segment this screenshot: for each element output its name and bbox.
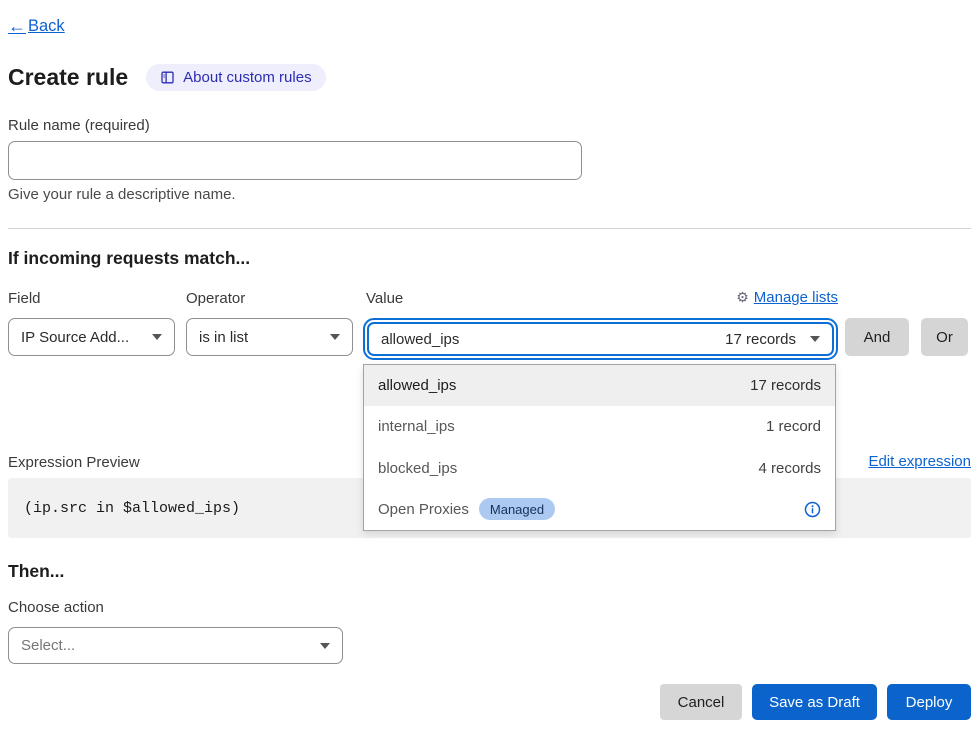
edit-expression-link[interactable]: Edit expression [868, 453, 971, 470]
cancel-button[interactable]: Cancel [660, 684, 742, 720]
rule-name-label: Rule name (required) [8, 117, 150, 134]
list-option-allowed-ips[interactable]: allowed_ips 17 records [364, 365, 835, 406]
chevron-down-icon [330, 334, 340, 340]
operator-select[interactable]: is in list [186, 318, 353, 356]
field-select-value: IP Source Add... [21, 329, 129, 346]
list-option-name: internal_ips [378, 418, 455, 435]
operator-select-value: is in list [199, 329, 248, 346]
and-button[interactable]: And [845, 318, 909, 356]
match-section-heading: If incoming requests match... [8, 248, 250, 269]
managed-badge: Managed [479, 498, 555, 520]
book-icon [160, 70, 175, 85]
back-link[interactable]: ←Back [8, 16, 65, 37]
list-dropdown-menu: allowed_ips 17 records internal_ips 1 re… [363, 364, 836, 531]
field-select[interactable]: IP Source Add... [8, 318, 175, 356]
value-select[interactable]: allowed_ips 17 records [367, 322, 834, 356]
value-column-label: Value [366, 290, 403, 307]
about-custom-rules-link[interactable]: About custom rules [146, 64, 325, 91]
gear-icon: ⚙ [736, 289, 749, 306]
value-select-records: 17 records [725, 331, 796, 348]
action-select-placeholder: Select... [21, 637, 75, 654]
then-section-heading: Then... [8, 561, 64, 582]
save-as-draft-button[interactable]: Save as Draft [752, 684, 877, 720]
chevron-down-icon [810, 336, 820, 342]
chevron-down-icon [152, 334, 162, 340]
header: Create rule About custom rules [8, 64, 326, 91]
page-title: Create rule [8, 64, 128, 91]
back-link-label: Back [28, 17, 65, 36]
list-option-internal-ips[interactable]: internal_ips 1 record [364, 406, 835, 447]
chevron-down-icon [320, 643, 330, 649]
list-option-records: 4 records [758, 460, 821, 477]
list-option-name: allowed_ips [378, 377, 456, 394]
section-divider [8, 228, 971, 229]
list-option-records: 1 record [766, 418, 821, 435]
list-option-name: blocked_ips [378, 460, 457, 477]
create-rule-page: ←Back Create rule About custom rules Rul… [0, 0, 979, 739]
list-option-name: Open Proxies [378, 501, 469, 518]
back-arrow-icon: ← [8, 16, 26, 37]
list-option-records: 17 records [750, 377, 821, 394]
rule-name-input[interactable] [8, 141, 582, 180]
list-option-blocked-ips[interactable]: blocked_ips 4 records [364, 448, 835, 489]
choose-action-label: Choose action [8, 599, 104, 616]
list-option-open-proxies[interactable]: Open Proxies Managed [364, 489, 835, 530]
action-select[interactable]: Select... [8, 627, 343, 664]
manage-lists-label: Manage lists [754, 289, 838, 306]
rule-name-helper: Give your rule a descriptive name. [8, 186, 236, 203]
or-button[interactable]: Or [921, 318, 968, 356]
expression-preview-label: Expression Preview [8, 454, 140, 471]
manage-lists-link[interactable]: ⚙ Manage lists [736, 289, 838, 306]
field-column-label: Field [8, 290, 41, 307]
expression-code: (ip.src in $allowed_ips) [24, 500, 240, 517]
operator-column-label: Operator [186, 290, 245, 307]
info-icon[interactable] [804, 501, 821, 518]
about-custom-rules-label: About custom rules [183, 69, 311, 86]
deploy-button[interactable]: Deploy [887, 684, 971, 720]
value-select-value: allowed_ips [381, 331, 459, 348]
